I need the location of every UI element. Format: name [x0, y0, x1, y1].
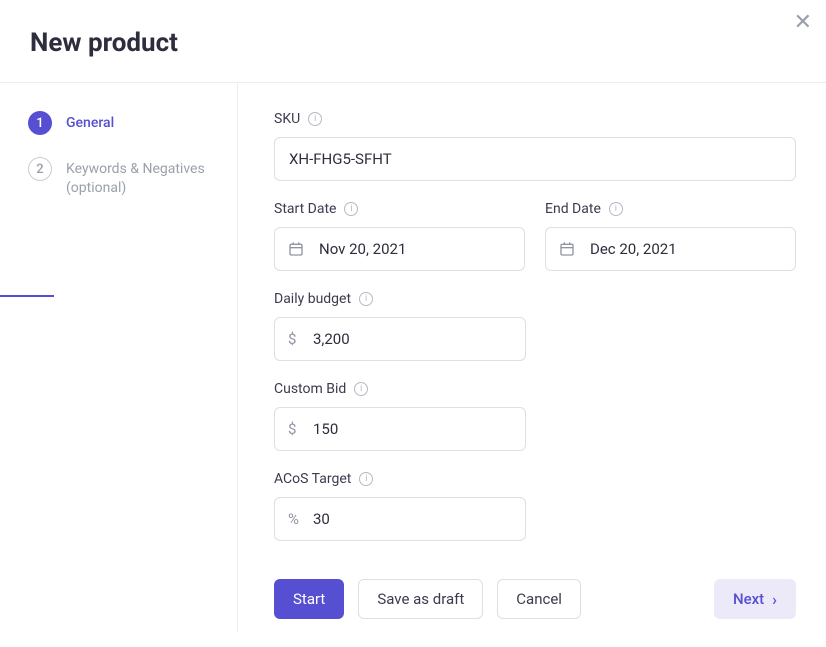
end-date-input[interactable] — [545, 227, 796, 271]
custom-bid-label: Custom Bid — [274, 381, 346, 397]
save-draft-button[interactable]: Save as draft — [358, 579, 483, 619]
close-icon[interactable]: ✕ — [794, 12, 812, 34]
step-general[interactable]: 1 General — [28, 111, 237, 135]
chevron-right-icon: › — [772, 590, 777, 609]
info-icon[interactable]: i — [308, 112, 322, 126]
acos-target-input[interactable] — [274, 497, 526, 541]
info-icon[interactable]: i — [344, 202, 358, 216]
start-date-label: Start Date — [274, 201, 336, 217]
step-number: 2 — [28, 157, 52, 181]
info-icon[interactable]: i — [359, 292, 373, 306]
modal-header: New product — [0, 0, 826, 82]
daily-budget-input[interactable] — [274, 317, 526, 361]
info-icon[interactable]: i — [359, 472, 373, 486]
next-button[interactable]: Next › — [714, 579, 796, 619]
sku-input[interactable] — [274, 137, 796, 181]
page-title: New product — [30, 28, 796, 58]
start-button[interactable]: Start — [274, 579, 344, 619]
calendar-icon — [559, 241, 575, 257]
percent-prefix: % — [288, 510, 299, 528]
currency-prefix: $ — [288, 420, 296, 438]
info-icon[interactable]: i — [354, 382, 368, 396]
calendar-icon — [288, 241, 304, 257]
step-label: General — [66, 111, 114, 133]
daily-budget-label: Daily budget — [274, 291, 351, 307]
step-label: Keywords & Negatives (optional) — [66, 157, 237, 198]
end-date-label: End Date — [545, 201, 601, 217]
info-icon[interactable]: i — [609, 202, 623, 216]
next-label: Next — [733, 590, 764, 608]
steps-sidebar: 1 General 2 Keywords & Negatives (option… — [0, 83, 238, 632]
custom-bid-input[interactable] — [274, 407, 526, 451]
step-number: 1 — [28, 111, 52, 135]
sku-label: SKU — [274, 111, 300, 127]
accent-bar — [0, 295, 54, 297]
acos-target-label: ACoS Target — [274, 471, 351, 487]
start-date-input[interactable] — [274, 227, 525, 271]
step-keywords[interactable]: 2 Keywords & Negatives (optional) — [28, 157, 237, 198]
cancel-button[interactable]: Cancel — [497, 579, 581, 619]
currency-prefix: $ — [288, 330, 296, 348]
form-footer: Start Save as draft Cancel Next › — [274, 561, 796, 647]
form-panel: SKU i Start Date i — [238, 83, 826, 632]
